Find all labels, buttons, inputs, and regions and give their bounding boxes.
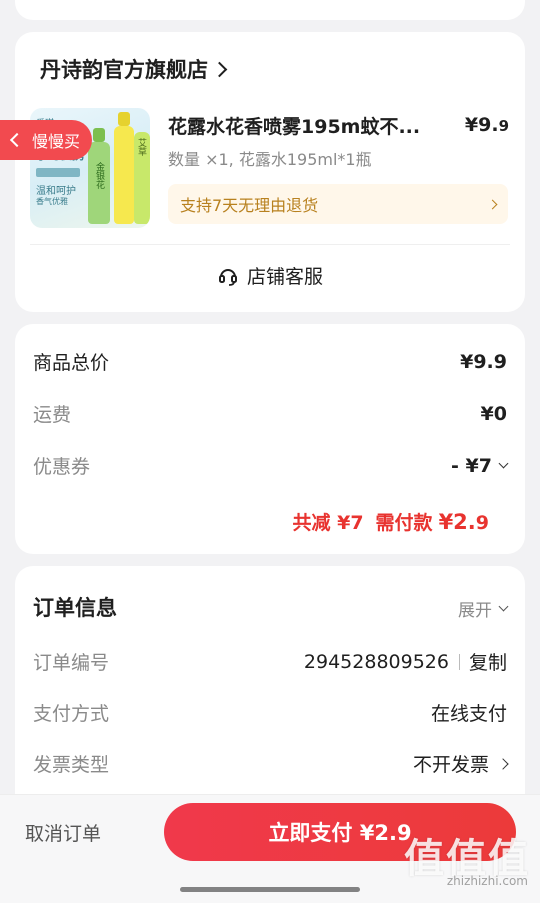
goods-total-label: 商品总价 — [33, 352, 110, 374]
image-text-line — [36, 168, 80, 177]
coupon-row[interactable]: 优惠券 - ¥7 — [33, 452, 509, 479]
product-bottle-green: 金银花 — [88, 142, 110, 224]
bottle-cap — [93, 128, 105, 142]
copy-button[interactable]: 复制 — [469, 648, 507, 675]
return-policy-row[interactable]: 支持7天无理由退货 — [168, 184, 508, 224]
product-price: ¥9.9 — [465, 114, 509, 136]
customer-service-button[interactable]: 店铺客服 — [15, 262, 525, 289]
slow-buy-badge[interactable]: 慢慢买 — [0, 120, 92, 160]
order-number-label: 订单编号 — [33, 652, 110, 674]
discount-total: 共减 ¥7 — [292, 512, 364, 534]
product-price-decimal: 9 — [498, 117, 509, 135]
payable-summary: 共减 ¥7 需付款 ¥2. 9 — [292, 508, 489, 535]
chevron-right-icon — [487, 199, 498, 209]
product-bottle-lime: 艾草 — [134, 132, 150, 224]
pay-now-label: 立即支付 ¥2.9 — [268, 821, 412, 845]
home-indicator[interactable] — [180, 887, 360, 892]
product-title[interactable]: 花露水花香喷雾195m蚊不... — [168, 112, 420, 139]
order-number-row: 订单编号 294528809526 复制 — [33, 648, 507, 675]
bottle-label-text: 艾草 — [136, 138, 146, 156]
shipping-value: ¥0 — [480, 402, 507, 425]
watermark-url: zhizhizhi.com — [446, 874, 528, 888]
invoice-type-row[interactable]: 发票类型 不开发票 — [33, 750, 509, 777]
product-bottle-yellow — [114, 126, 134, 224]
order-info-title: 订单信息 — [33, 596, 117, 620]
image-feature-text: 香气优雅 — [36, 197, 68, 206]
bottle-label-text: 金银花 — [94, 162, 104, 189]
shop-card: 丹诗韵官方旗舰店 爱琪 小巧便携 温和呵护 香气优雅 金银花 艾草 花露水花香喷… — [15, 32, 525, 312]
coupon-label: 优惠券 — [33, 456, 91, 478]
payable-amount-main: ¥2. — [438, 510, 476, 534]
payable-amount-decimal: 9 — [475, 512, 489, 534]
chevron-down-icon — [498, 601, 509, 612]
goods-total-value: ¥9.9 — [460, 350, 507, 373]
expand-button[interactable]: 展开 — [458, 596, 509, 621]
payment-method-row: 支付方式 在线支付 — [33, 699, 507, 726]
separator — [458, 653, 460, 670]
product-spec: 数量 ×1, 花露水195ml*1瓶 — [168, 150, 372, 169]
slow-buy-label: 慢慢买 — [32, 132, 81, 151]
return-policy-text: 支持7天无理由退货 — [180, 196, 319, 215]
shipping-label: 运费 — [33, 404, 72, 426]
bottle-cap — [118, 112, 130, 126]
payable-label: 需付款 — [375, 512, 433, 534]
invoice-type-wrap: 不开发票 — [412, 750, 509, 777]
order-number-wrap: 294528809526 复制 — [304, 648, 507, 675]
chevron-down-icon — [498, 458, 509, 469]
goods-total-row: 商品总价 ¥9.9 — [33, 348, 507, 375]
chevron-left-icon — [9, 132, 25, 148]
cancel-order-button[interactable]: 取消订单 — [25, 819, 101, 846]
divider — [30, 244, 510, 245]
customer-service-label: 店铺客服 — [246, 266, 323, 288]
order-number-value: 294528809526 — [303, 650, 449, 673]
order-info-card: 订单信息 展开 订单编号 294528809526 复制 支付方式 在线支付 发… — [15, 566, 525, 826]
price-summary-card: 商品总价 ¥9.9 运费 ¥0 优惠券 - ¥7 共减 ¥7 需付款 ¥2. 9 — [15, 324, 525, 554]
expand-label: 展开 — [458, 601, 492, 621]
chevron-right-icon — [211, 61, 228, 77]
payment-method-value: 在线支付 — [430, 703, 507, 725]
shipping-row: 运费 ¥0 — [33, 400, 507, 427]
coupon-value-wrap: - ¥7 — [451, 454, 509, 477]
product-price-main: ¥9. — [464, 114, 499, 136]
image-feature-text: 温和呵护 — [36, 186, 76, 197]
previous-card-stub — [15, 0, 525, 20]
chevron-right-icon — [497, 757, 509, 770]
shop-name: 丹诗韵官方旗舰店 — [40, 58, 208, 82]
coupon-value: - ¥7 — [451, 454, 492, 477]
invoice-type-label: 发票类型 — [33, 754, 110, 776]
headset-icon — [218, 268, 237, 286]
shop-name-link[interactable]: 丹诗韵官方旗舰店 — [40, 54, 228, 84]
payment-method-label: 支付方式 — [33, 703, 110, 725]
invoice-type-value: 不开发票 — [412, 754, 489, 776]
